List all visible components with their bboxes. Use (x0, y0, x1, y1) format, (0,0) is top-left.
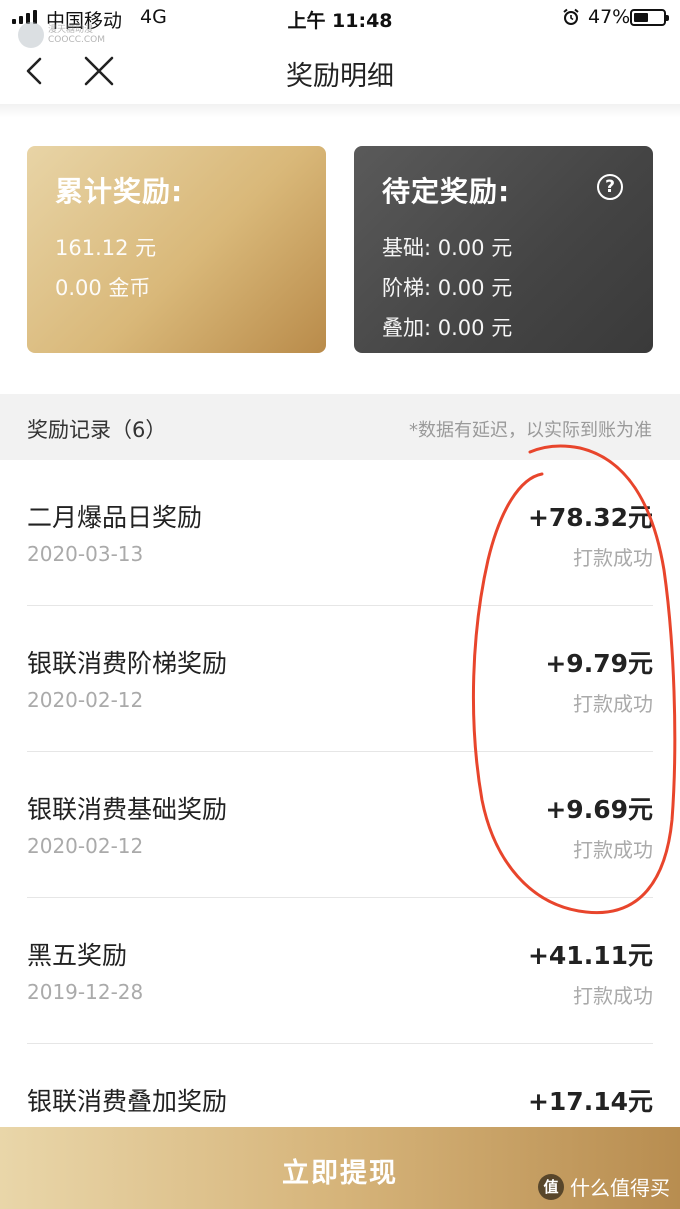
record-name: 银联消费阶梯奖励 (27, 649, 228, 678)
battery-percent: 47% (588, 6, 631, 28)
nav-divider (0, 104, 680, 118)
record-status: 打款成功 (573, 838, 653, 862)
corner-badge-icon: 值 (538, 1173, 564, 1200)
nav-bar: 奖励明细 (0, 40, 680, 104)
record-date: 2020-03-13 (27, 542, 144, 566)
pending-basic-label: 基础: (382, 236, 432, 260)
records-list: 二月爆品日奖励 2020-03-13 +78.32元 打款成功 银联消费阶梯奖励… (0, 460, 680, 1190)
record-date: 2020-02-12 (27, 688, 144, 712)
help-icon[interactable]: ? (597, 174, 623, 200)
record-date: 2020-02-12 (27, 834, 144, 858)
record-status: 打款成功 (573, 692, 653, 716)
record-date: 2019-12-28 (27, 980, 144, 1004)
record-name: 银联消费基础奖励 (27, 795, 228, 824)
record-amount: +41.11元 (527, 941, 653, 970)
pending-tier-line: 阶梯: 0.00 元 (382, 268, 625, 308)
records-header: 奖励记录（6） *数据有延迟，以实际到账为准 (0, 394, 680, 460)
cumulative-coins: 0.00 金币 (55, 276, 151, 300)
records-title: 奖励记录（6） (27, 418, 167, 442)
pending-basic-line: 基础: 0.00 元 (382, 228, 625, 268)
pending-basic-value: 0.00 元 (437, 236, 513, 260)
record-name: 二月爆品日奖励 (27, 503, 203, 532)
battery-icon (630, 9, 669, 26)
pending-rewards-card: 待定奖励: ? 基础: 0.00 元 阶梯: 0.00 元 叠加: 0.00 元 (354, 146, 653, 353)
record-name: 黑五奖励 (27, 941, 128, 970)
watermark-line1: 漫天糖动漫 (48, 25, 94, 35)
alarm-icon (563, 8, 579, 25)
record-amount: +17.14元 (527, 1087, 653, 1116)
cumulative-cash: 161.12 元 (55, 236, 157, 260)
page-title: 奖励明细 (286, 61, 394, 92)
record-amount: +78.32元 (527, 503, 653, 532)
list-item[interactable]: 银联消费阶梯奖励 2020-02-12 +9.79元 打款成功 (27, 606, 653, 752)
record-amount: +9.79元 (545, 649, 653, 678)
cumulative-rewards-card: 累计奖励: 161.12 元 0.00 金币 (27, 146, 326, 353)
cumulative-title: 累计奖励: (55, 175, 184, 208)
pending-stack-label: 叠加: (382, 316, 432, 340)
withdraw-button[interactable]: 立即提现 值 什么值得买 (0, 1127, 680, 1209)
list-item[interactable]: 二月爆品日奖励 2020-03-13 +78.32元 打款成功 (27, 460, 653, 606)
record-amount: +9.69元 (545, 795, 653, 824)
pending-title: 待定奖励: (382, 175, 511, 208)
pending-stack-value: 0.00 元 (437, 316, 513, 340)
list-item[interactable]: 黑五奖励 2019-12-28 +41.11元 打款成功 (27, 898, 653, 1044)
record-status: 打款成功 (573, 984, 653, 1008)
pending-tier-value: 0.00 元 (437, 276, 513, 300)
record-name: 银联消费叠加奖励 (27, 1087, 228, 1116)
list-item[interactable]: 银联消费基础奖励 2020-02-12 +9.69元 打款成功 (27, 752, 653, 898)
record-status: 打款成功 (573, 546, 653, 570)
corner-watermark: 值 什么值得买 (538, 1172, 670, 1201)
pending-stack-line: 叠加: 0.00 元 (382, 308, 625, 348)
records-note: *数据有延迟，以实际到账为准 (409, 420, 652, 441)
pending-tier-label: 阶梯: (382, 276, 432, 300)
corner-logo-text: 什么值得买 (570, 1176, 670, 1200)
